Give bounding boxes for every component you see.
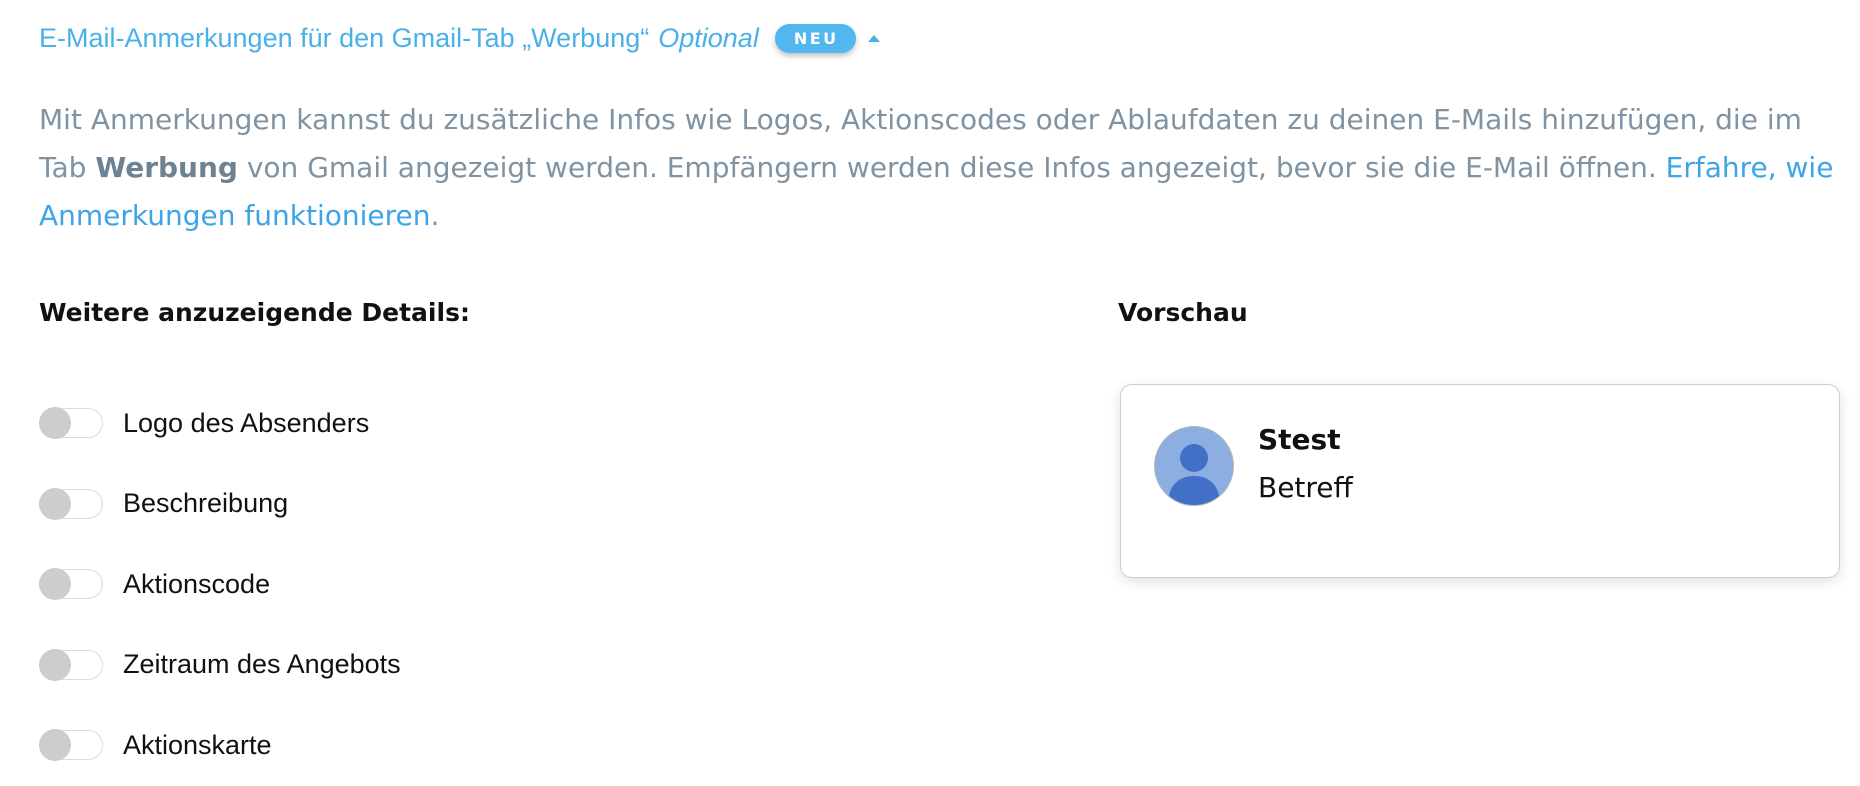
offer-period-toggle[interactable] — [39, 648, 103, 681]
sender-avatar — [1154, 426, 1234, 506]
promo-card-label: Aktionskarte — [123, 729, 272, 760]
description-text-2: von Gmail angezeigt werden. Empfängern w… — [237, 151, 1666, 184]
section-title: E-Mail-Anmerkungen für den Gmail-Tab „We… — [39, 22, 650, 53]
toggle-row-offer-period: Zeitraum des Angebots — [39, 625, 401, 706]
preview-subject: Betreff — [1258, 471, 1353, 504]
toggle-row-description: Beschreibung — [39, 464, 401, 545]
toggle-row-promo-card: Aktionskarte — [39, 705, 401, 786]
promo-code-label: Aktionscode — [123, 568, 271, 599]
details-toggle-list: Logo des Absenders Beschreibung Aktionsc… — [39, 383, 401, 786]
preview-sender-name: Stest — [1258, 423, 1341, 456]
toggle-row-sender-logo: Logo des Absenders — [39, 383, 401, 464]
toggle-knob — [39, 568, 71, 601]
toggle-knob — [39, 487, 71, 520]
preview-heading: Vorschau — [1118, 298, 1248, 327]
offer-period-label: Zeitraum des Angebots — [123, 649, 401, 680]
optional-label: Optional — [658, 22, 759, 53]
sender-logo-toggle[interactable] — [39, 407, 103, 440]
email-preview-card: Stest Betreff — [1120, 384, 1840, 578]
toggle-row-promo-code: Aktionscode — [39, 544, 401, 625]
section-description: Mit Anmerkungen kannst du zusätzliche In… — [39, 96, 1839, 240]
toggle-knob — [39, 729, 71, 762]
toggle-knob — [39, 648, 71, 681]
details-heading: Weitere anzuzeigende Details: — [39, 298, 470, 327]
toggle-knob — [39, 407, 71, 440]
description-toggle[interactable] — [39, 487, 103, 520]
description-label: Beschreibung — [123, 488, 289, 519]
promo-card-toggle[interactable] — [39, 729, 103, 762]
chevron-up-icon[interactable] — [867, 34, 880, 42]
description-bold-werbung: Werbung — [95, 151, 238, 184]
new-badge: NEU — [774, 23, 856, 53]
promo-code-toggle[interactable] — [39, 568, 103, 601]
user-silhouette-icon — [1168, 444, 1220, 505]
sender-logo-label: Logo des Absenders — [123, 407, 370, 438]
annotations-section-toggle[interactable]: E-Mail-Anmerkungen für den Gmail-Tab „We… — [39, 18, 880, 58]
description-end: . — [430, 199, 440, 232]
